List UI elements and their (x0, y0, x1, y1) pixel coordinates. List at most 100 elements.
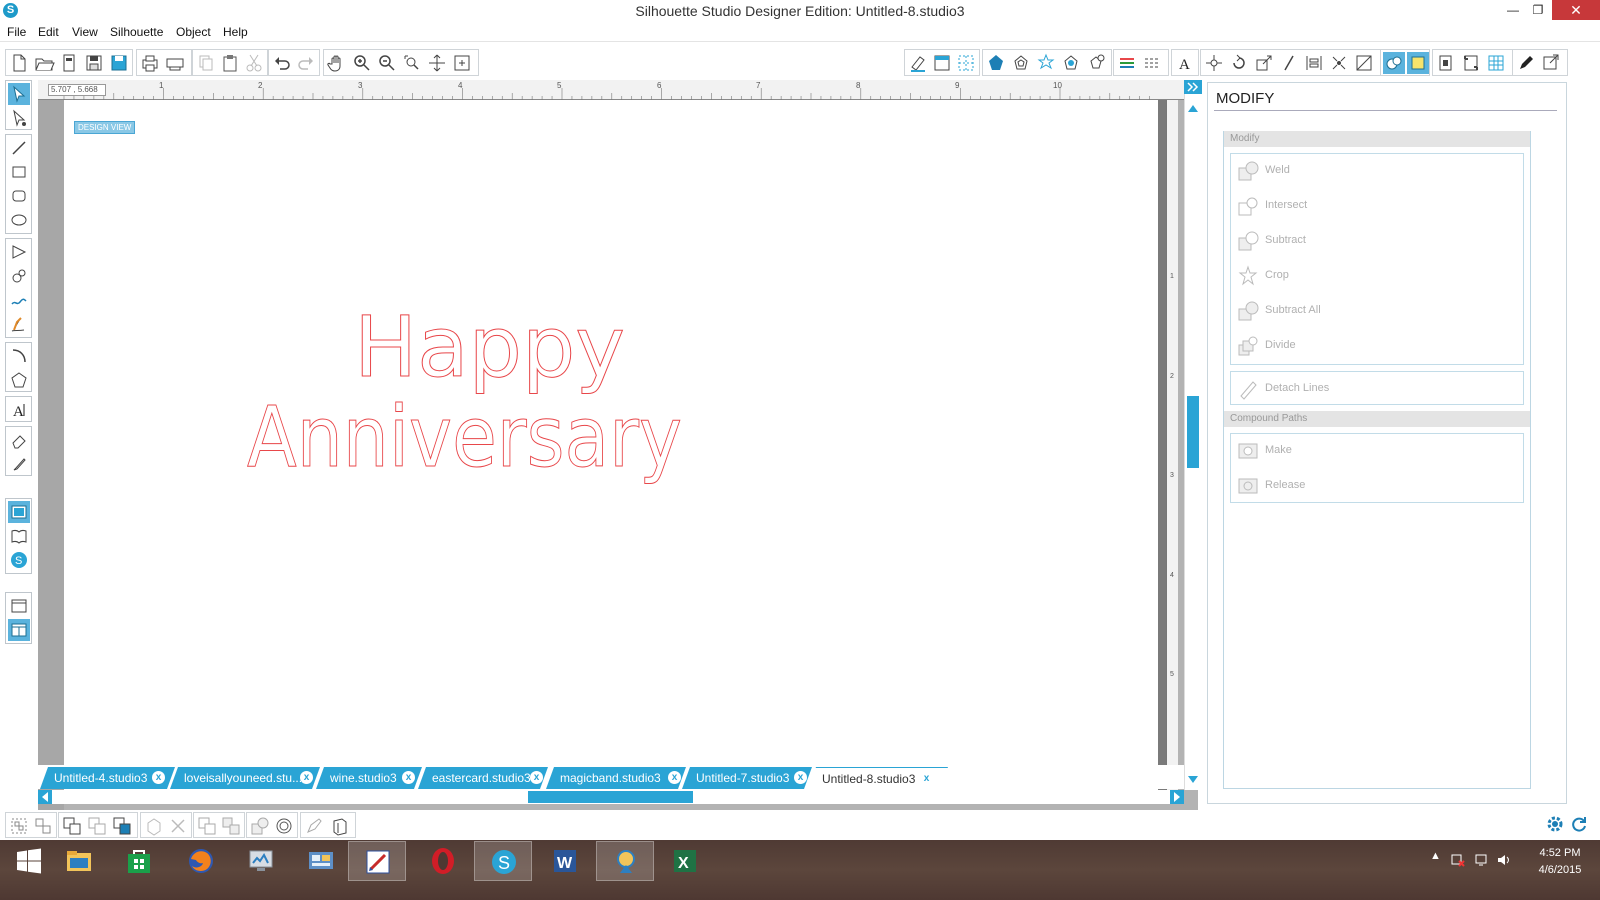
intersect-button[interactable]: Intersect (1237, 193, 1517, 217)
trace-icon[interactable] (1435, 52, 1457, 74)
crop-button[interactable]: Crop (1237, 263, 1517, 287)
edit-points-icon[interactable] (8, 107, 30, 129)
replicate-icon[interactable] (1328, 52, 1350, 74)
restore-button[interactable]: ❐ (1524, 0, 1552, 20)
vertical-scrollbar[interactable] (1184, 80, 1200, 790)
line-thickness-icon[interactable] (1116, 52, 1138, 74)
horizontal-scroll-thumb[interactable] (528, 791, 693, 803)
scroll-down-icon[interactable] (1185, 772, 1201, 788)
cut-icon[interactable] (243, 52, 265, 74)
line-tool-icon[interactable] (8, 137, 30, 159)
library-view-icon[interactable] (8, 525, 30, 547)
eraser-icon[interactable] (8, 429, 30, 451)
send-to-silhouette-icon[interactable] (164, 52, 186, 74)
settings-gear-icon[interactable] (1545, 814, 1565, 834)
weld-button[interactable]: Weld (1237, 158, 1517, 182)
menu-silhouette[interactable]: Silhouette (110, 25, 163, 39)
pan-hand-icon[interactable] (326, 52, 348, 74)
scroll-left-icon[interactable] (38, 790, 52, 804)
menu-file[interactable]: File (7, 25, 26, 39)
tab-untitled-7[interactable]: Untitled-7.studio3 x (682, 767, 812, 789)
offset-panel-icon[interactable] (1407, 52, 1429, 74)
design-text-anniversary[interactable]: Anniversary (247, 388, 683, 487)
group-icon[interactable] (8, 815, 30, 837)
trace-image-icon[interactable] (303, 815, 325, 837)
tab-close-icon[interactable]: x (402, 771, 415, 784)
rectangle-tool-icon[interactable] (8, 161, 30, 183)
open-folder-icon[interactable] (33, 52, 55, 74)
tab-close-icon[interactable]: x (152, 771, 165, 784)
design-view-icon[interactable] (8, 501, 30, 523)
menu-object[interactable]: Object (176, 25, 211, 39)
tab-untitled-8[interactable]: Untitled-8.studio3 x (808, 767, 948, 789)
drag-zoom-icon[interactable] (426, 52, 448, 74)
release-to-library-icon[interactable] (329, 815, 351, 837)
freehand-tool-icon[interactable] (8, 289, 30, 311)
registration-marks-icon[interactable] (1460, 52, 1482, 74)
line-style-icon[interactable] (1035, 52, 1057, 74)
bring-to-front-icon[interactable] (61, 815, 83, 837)
polygon-pen-icon[interactable] (8, 241, 30, 263)
tab-close-icon[interactable]: x (530, 771, 543, 784)
offset-icon[interactable] (1085, 52, 1107, 74)
detach-lines-button[interactable]: Detach Lines (1237, 376, 1517, 400)
duplicate-icon[interactable] (143, 815, 165, 837)
online-store-icon[interactable]: S (8, 549, 30, 571)
tab-wine[interactable]: wine.studio3 x (316, 767, 422, 789)
volume-icon[interactable] (1496, 852, 1512, 868)
transform-move-icon[interactable] (1203, 52, 1225, 74)
curve-tool-icon[interactable] (8, 265, 30, 287)
offset-shape-icon[interactable] (273, 815, 295, 837)
send-to-icon[interactable] (1540, 52, 1562, 74)
rounded-rectangle-tool-icon[interactable] (8, 185, 30, 207)
bring-forward-icon[interactable] (111, 815, 133, 837)
tab-eastercard[interactable]: eastercard.studio3 x (418, 767, 548, 789)
tray-expand-icon[interactable]: ▲ (1430, 850, 1441, 862)
tab-untitled-4[interactable]: Untitled-4.studio3 x (40, 767, 175, 789)
send-to-back-icon[interactable] (86, 815, 108, 837)
tab-close-icon[interactable]: x (300, 771, 313, 784)
undo-icon[interactable] (271, 52, 293, 74)
design-artwork[interactable]: Happy Anniversary (64, 100, 1158, 790)
fill-color-icon[interactable] (985, 52, 1007, 74)
knife-tool-icon[interactable] (8, 453, 30, 475)
zoom-out-icon[interactable] (376, 52, 398, 74)
control-panel-button[interactable] (292, 841, 350, 881)
design-page-settings-icon[interactable] (907, 52, 929, 74)
tab-close-icon[interactable]: x (668, 771, 681, 784)
subtract-button[interactable]: Subtract (1237, 228, 1517, 252)
menu-view[interactable]: View (72, 25, 98, 39)
library-icon[interactable] (58, 52, 80, 74)
minimize-button[interactable]: — (1499, 0, 1527, 20)
weld-shapes-icon[interactable] (249, 815, 271, 837)
scroll-up-icon[interactable] (1185, 100, 1201, 116)
paste-icon[interactable] (219, 52, 241, 74)
select-arrow-icon[interactable] (8, 83, 30, 105)
subtract-all-button[interactable]: Subtract All (1237, 298, 1517, 322)
modify-panel-icon[interactable] (1353, 52, 1375, 74)
fit-to-page-icon[interactable] (451, 52, 473, 74)
sketch-pen-icon[interactable] (1515, 52, 1537, 74)
delete-icon[interactable] (167, 815, 189, 837)
save-to-library-icon[interactable] (108, 52, 130, 74)
align-icon[interactable] (1303, 52, 1325, 74)
tab-close-icon[interactable]: x (920, 772, 933, 785)
make-compound-path-icon[interactable] (196, 815, 218, 837)
cut-settings-icon[interactable] (955, 52, 977, 74)
line-type-icon[interactable] (1141, 52, 1163, 74)
shear-icon[interactable] (1278, 52, 1300, 74)
cut-border-icon[interactable] (1485, 52, 1507, 74)
word-button[interactable]: W (536, 841, 594, 881)
zoom-select-icon[interactable] (401, 52, 423, 74)
store-button[interactable] (110, 841, 168, 881)
redo-icon[interactable] (295, 52, 317, 74)
arc-tool-icon[interactable] (8, 345, 30, 367)
line-color-icon[interactable] (1010, 52, 1032, 74)
new-document-icon[interactable] (8, 52, 30, 74)
clock-time[interactable]: 4:52 PM (1530, 847, 1590, 859)
scale-icon[interactable] (1253, 52, 1275, 74)
grid-settings-icon[interactable] (931, 52, 953, 74)
monitor-app-button[interactable] (232, 841, 290, 881)
text-tool-icon[interactable]: A (8, 399, 30, 421)
file-explorer-button[interactable] (50, 841, 108, 881)
